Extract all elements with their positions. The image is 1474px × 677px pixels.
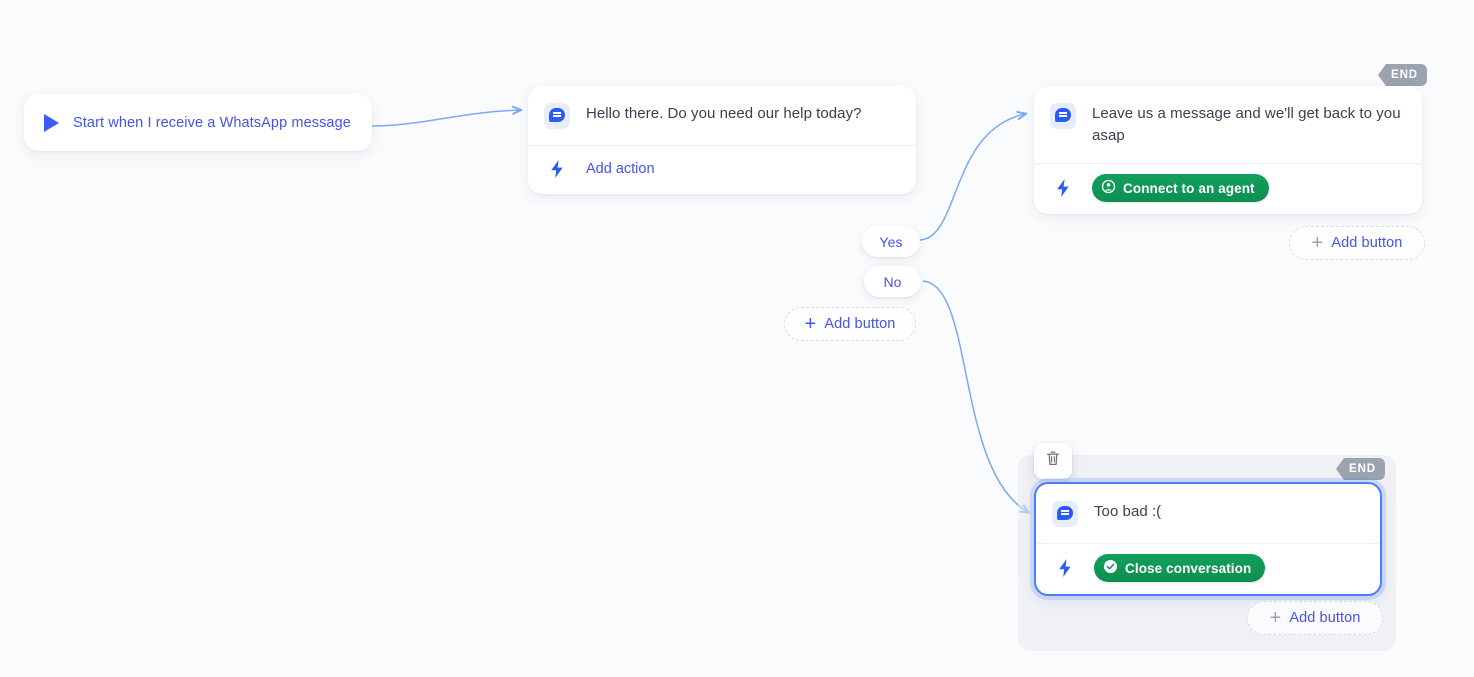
trigger-node[interactable]: Start when I receive a WhatsApp message xyxy=(24,94,372,151)
message-row: Leave us a message and we'll get back to… xyxy=(1034,86,1422,163)
add-button-label: Add button xyxy=(1331,235,1403,251)
trigger-label: Start when I receive a WhatsApp message xyxy=(73,114,351,131)
add-button-leave-message[interactable]: + Add button xyxy=(1289,226,1425,260)
close-conversation-button[interactable]: Close conversation xyxy=(1094,554,1266,582)
end-badge-leave-message: END xyxy=(1378,64,1427,86)
connect-to-agent-button[interactable]: Connect to an agent xyxy=(1092,174,1269,202)
choice-pill-yes[interactable]: Yes xyxy=(862,226,920,257)
message-row: Hello there. Do you need our help today? xyxy=(528,86,916,145)
close-conversation-label: Close conversation xyxy=(1125,560,1252,576)
lightning-bolt-icon xyxy=(1050,175,1076,201)
lightning-bolt-icon xyxy=(1052,555,1078,581)
message-node-greeting[interactable]: Hello there. Do you need our help today?… xyxy=(528,86,916,194)
edge-no-to-too-bad xyxy=(922,280,1028,512)
end-badge-too-bad: END xyxy=(1336,458,1385,480)
add-button-label: Add button xyxy=(1289,610,1361,626)
check-circle-icon xyxy=(1103,559,1118,577)
message-bubble-icon xyxy=(1052,501,1078,527)
add-button-too-bad[interactable]: + Add button xyxy=(1247,601,1383,635)
message-node-too-bad[interactable]: Too bad :( Close conversation xyxy=(1034,482,1382,596)
message-bubble-icon xyxy=(1050,103,1076,129)
action-row: Connect to an agent xyxy=(1034,163,1422,214)
choice-pill-no-label: No xyxy=(883,273,902,290)
add-button-label: Add button xyxy=(824,316,896,332)
connect-to-agent-label: Connect to an agent xyxy=(1123,180,1255,196)
action-row: Close conversation xyxy=(1036,543,1380,594)
add-button-choices[interactable]: + Add button xyxy=(784,307,916,341)
agent-handoff-icon xyxy=(1101,179,1116,197)
message-bubble-icon xyxy=(544,103,570,129)
message-text: Too bad :( xyxy=(1094,503,1162,520)
trash-icon xyxy=(1045,450,1061,472)
add-action-row[interactable]: Add action xyxy=(528,145,916,194)
message-node-leave-message[interactable]: Leave us a message and we'll get back to… xyxy=(1034,86,1422,214)
lightning-bolt-icon xyxy=(544,156,570,182)
edge-trigger-to-greeting xyxy=(371,110,520,127)
choice-pill-no[interactable]: No xyxy=(864,266,921,297)
message-text: Leave us a message and we'll get back to… xyxy=(1092,105,1401,144)
add-action-label: Add action xyxy=(586,161,655,177)
message-row: Too bad :( xyxy=(1036,484,1380,543)
edge-yes-to-leave-message xyxy=(919,114,1025,241)
message-text: Hello there. Do you need our help today? xyxy=(586,105,862,122)
flow-canvas[interactable]: Start when I receive a WhatsApp message … xyxy=(0,0,1474,677)
choice-pill-yes-label: Yes xyxy=(879,233,903,250)
delete-node-button[interactable] xyxy=(1034,443,1072,479)
play-icon xyxy=(44,113,59,132)
